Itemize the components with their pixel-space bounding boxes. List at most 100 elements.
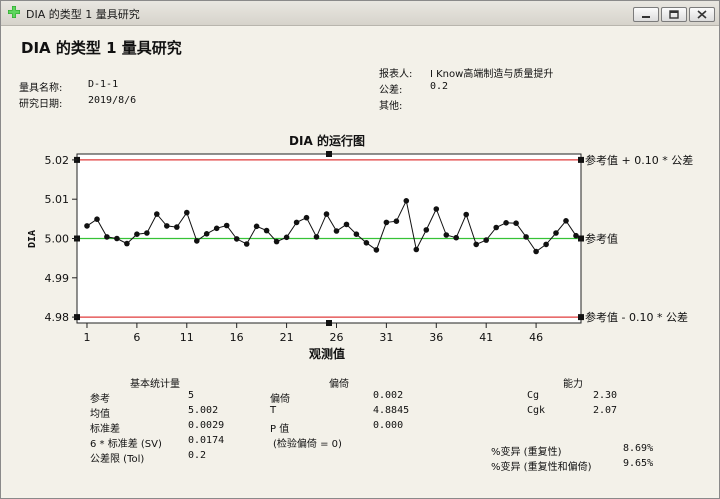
data-point	[553, 230, 559, 236]
y-axis-label: DIA	[27, 230, 38, 248]
x-tick-label: 6	[133, 331, 140, 344]
data-point	[563, 218, 569, 224]
x-tick-label: 16	[230, 331, 244, 344]
data-point	[204, 231, 210, 237]
capability-label: Cgk	[527, 405, 545, 416]
minimize-icon	[634, 8, 658, 21]
maximize-button[interactable]	[661, 7, 687, 22]
y-tick-label: 5.01	[45, 193, 70, 206]
x-tick-label: 1	[83, 331, 90, 344]
data-point	[364, 240, 370, 246]
title-bar[interactable]: DIA 的类型 1 量具研究	[1, 1, 719, 26]
y-tick-label: 5.00	[45, 233, 70, 246]
data-point	[234, 236, 240, 242]
data-point	[503, 220, 509, 226]
data-point	[274, 239, 280, 245]
capability-value: 2.30	[593, 390, 617, 401]
x-tick-label: 26	[329, 331, 343, 344]
variation-label: %变异 (重复性和偏倚)	[491, 458, 591, 473]
data-point	[374, 247, 380, 253]
reference-handle	[578, 236, 584, 242]
basic-stat-label: 标准差	[90, 420, 120, 435]
data-point	[94, 216, 100, 222]
run-chart: DIA 的运行图 参考值 + 0.10 * 公差参考值参考值 - 0.10 * …	[3, 27, 717, 377]
bias-stat-label: P 值	[270, 420, 289, 435]
data-point	[124, 241, 130, 247]
bias-stat-value: 0.000	[373, 420, 403, 431]
window-title: DIA 的类型 1 量具研究	[26, 6, 140, 22]
x-tick-label: 36	[429, 331, 443, 344]
bias-stat-label: T	[270, 405, 276, 416]
data-point	[444, 232, 450, 238]
y-tick-label: 4.98	[45, 311, 70, 324]
basic-stat-label: 均值	[90, 405, 110, 420]
basic-stat-value: 5	[188, 390, 194, 401]
data-point	[513, 220, 519, 226]
data-point	[414, 247, 420, 253]
bias-stat-value: 4.8845	[373, 405, 409, 416]
data-point	[264, 228, 270, 234]
graph-window: DIA 的类型 1 量具研究 DIA 的类型 1 量具研究 量具名称: D-1-…	[0, 0, 720, 499]
data-point	[493, 225, 499, 231]
y-tick-label: 4.99	[45, 272, 70, 285]
data-point	[194, 238, 200, 244]
close-button[interactable]	[689, 7, 715, 22]
data-point	[334, 228, 340, 234]
data-point	[214, 226, 220, 232]
data-point	[84, 223, 90, 229]
reference-handle	[578, 157, 584, 163]
bias-stat-value: 0.002	[373, 390, 403, 401]
data-point	[573, 233, 579, 239]
basic-stats-header: 基本统计量	[130, 375, 180, 390]
variation-value: 9.65%	[623, 458, 653, 469]
minimize-button[interactable]	[633, 7, 659, 22]
variation-label: %变异 (重复性)	[491, 443, 561, 458]
data-point	[224, 223, 230, 229]
variation-value: 8.69%	[623, 443, 653, 454]
data-point	[483, 237, 489, 243]
minitab-plus-icon	[7, 5, 21, 19]
capability-label: Cg	[527, 390, 539, 401]
data-point	[453, 235, 459, 241]
x-tick-label: 11	[180, 331, 194, 344]
data-point	[304, 215, 310, 221]
x-tick-label: 46	[529, 331, 543, 344]
graph-area: DIA 的类型 1 量具研究 量具名称: D-1-1 研究日期: 2019/8/…	[3, 27, 717, 496]
data-point	[344, 222, 350, 228]
data-point	[384, 220, 390, 226]
data-point	[434, 206, 440, 212]
data-point	[324, 211, 330, 217]
data-point	[404, 198, 410, 204]
data-point	[473, 242, 479, 248]
y-tick-label: 5.02	[45, 154, 70, 167]
data-point	[523, 234, 529, 240]
data-point	[164, 223, 170, 229]
capability-value: 2.07	[593, 405, 617, 416]
data-point	[134, 231, 140, 237]
data-point	[254, 224, 260, 230]
basic-stat-value: 0.2	[188, 450, 206, 461]
data-point	[463, 212, 469, 218]
chart-title: DIA 的运行图	[289, 133, 365, 148]
reference-line-label: 参考值 - 0.10 * 公差	[585, 310, 688, 324]
data-point	[294, 220, 300, 226]
selection-handle	[326, 151, 332, 157]
basic-stat-label: 6 * 标准差 (SV)	[90, 435, 162, 450]
data-point	[354, 231, 360, 237]
data-point	[244, 241, 250, 247]
basic-stat-value: 0.0174	[188, 435, 224, 446]
data-point	[284, 235, 290, 241]
maximize-icon	[662, 8, 686, 21]
data-point	[314, 234, 320, 240]
data-point	[424, 227, 430, 233]
data-point	[104, 234, 110, 240]
data-point	[543, 242, 549, 248]
close-icon	[690, 8, 714, 21]
reference-line-label: 参考值	[585, 232, 618, 246]
bias-header: 偏倚	[329, 375, 349, 390]
data-point	[394, 218, 400, 224]
basic-stat-value: 0.0029	[188, 420, 224, 431]
data-point	[154, 211, 160, 217]
basic-stat-label: 公差限 (Tol)	[90, 450, 144, 465]
basic-stat-label: 参考	[90, 390, 110, 405]
